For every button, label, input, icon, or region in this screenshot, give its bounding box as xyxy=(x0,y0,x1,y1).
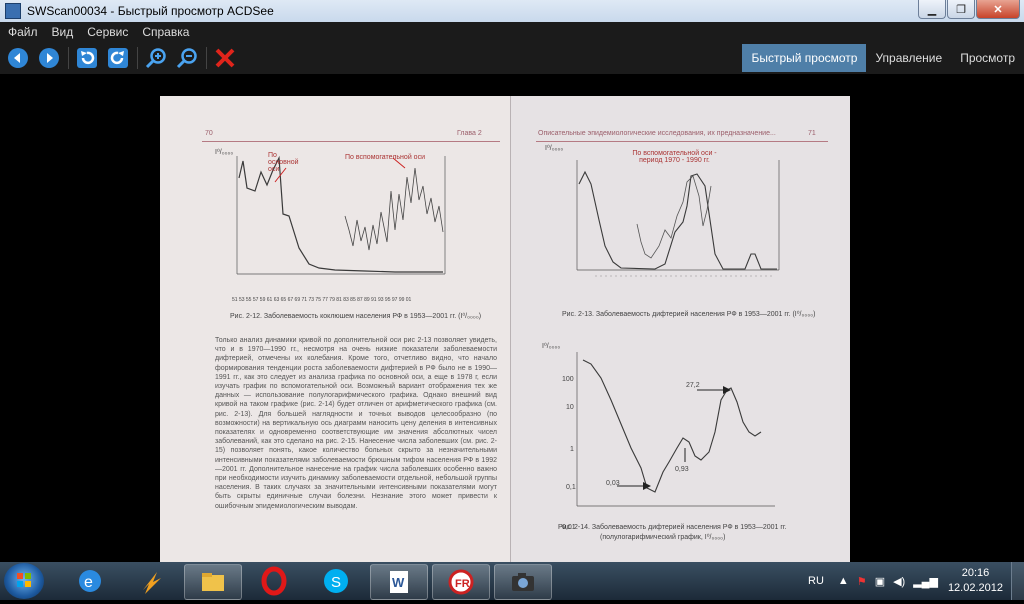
zoom-out-button[interactable] xyxy=(174,45,200,71)
svg-text:S: S xyxy=(331,574,341,591)
fig14-ytick-100: 100 xyxy=(562,376,574,383)
fig14-caption-line2: (полулогарифмический график, I⁰/₀₀₀₀) xyxy=(600,534,726,541)
rotate-right-button[interactable] xyxy=(105,45,131,71)
taskbar-explorer[interactable] xyxy=(184,564,242,600)
fig13-note: По вспомогательной оси - период 1970 - 1… xyxy=(632,150,717,164)
taskbar-ie[interactable]: e xyxy=(62,564,118,598)
left-page-number: 70 xyxy=(205,130,213,137)
right-page-number: 71 xyxy=(808,130,816,137)
camera-icon xyxy=(512,573,534,591)
left-chapter: Глава 2 xyxy=(457,130,482,137)
fig12-note-aux: По вспомогательной оси xyxy=(345,154,425,161)
taskbar-acdsee[interactable] xyxy=(494,564,552,600)
close-button[interactable]: ✕ xyxy=(976,0,1020,19)
taskbar-opera[interactable] xyxy=(246,564,302,598)
skype-icon: S xyxy=(324,569,348,593)
internet-explorer-icon: e xyxy=(79,570,101,592)
image-viewer[interactable]: 70 Глава 2 I⁰/₀₀₀₀ По основной оси По вс… xyxy=(0,74,1024,562)
clock[interactable]: 20:16 12.02.2012 xyxy=(948,566,1003,596)
arrow-left-icon xyxy=(8,48,28,68)
fig14-ytick-10: 10 xyxy=(566,404,574,411)
delete-icon xyxy=(215,48,235,68)
menu-view[interactable]: Вид xyxy=(52,25,74,39)
fig14-annotation-mid: 0,93 xyxy=(675,466,689,473)
fig14-ylabel: I⁰/₀₀₀₀ xyxy=(542,343,561,350)
finereader-icon: FR xyxy=(448,569,474,595)
right-header: Описательные эпидемиологические исследов… xyxy=(538,130,776,137)
tray-expand-icon[interactable]: ▲ xyxy=(838,575,849,587)
menu-help[interactable]: Справка xyxy=(142,25,189,39)
fig14-ytick-1: 1 xyxy=(570,446,574,453)
tab-view[interactable]: Просмотр xyxy=(951,44,1024,72)
fig12-caption: Рис. 2-12. Заболеваемость коклюшем насел… xyxy=(230,313,482,320)
minimize-button[interactable]: ▁ xyxy=(918,0,946,19)
clock-time: 20:16 xyxy=(961,567,990,579)
chart-fig-2-14 xyxy=(576,352,775,507)
taskbar-winamp[interactable] xyxy=(122,564,178,598)
arrow-right-icon xyxy=(39,48,59,68)
show-desktop-button[interactable] xyxy=(1011,562,1024,600)
menu-tools[interactable]: Сервис xyxy=(87,25,128,39)
scanned-document: 70 Глава 2 I⁰/₀₀₀₀ По основной оси По вс… xyxy=(160,96,850,562)
title-bar: SWScan00034 - Быстрый просмотр ACDSee ▁ … xyxy=(0,0,1024,22)
fig12-note-main: По основной оси xyxy=(268,152,299,173)
menu-bar: Файл Вид Сервис Справка xyxy=(0,22,1024,42)
fig12-x-ticks: 51 53 55 57 59 61 63 65 67 69 71 73 75 7… xyxy=(232,297,412,303)
fig14-caption-line1: Рис. 2-14. Заболеваемость дифтерией насе… xyxy=(558,524,787,531)
taskbar-finereader[interactable]: FR xyxy=(432,564,490,600)
taskbar-skype[interactable]: S xyxy=(308,564,364,598)
clock-date: 12.02.2012 xyxy=(947,582,1003,594)
right-page: Описательные эпидемиологические исследов… xyxy=(510,96,850,562)
svg-text:e: e xyxy=(84,574,93,591)
fig14-annotation-peak: 27,2 xyxy=(686,382,700,389)
fig13-caption: Рис. 2-13. Заболеваемость дифтерией насе… xyxy=(562,311,816,318)
rotate-right-icon xyxy=(108,48,128,68)
chart-fig-2-13 xyxy=(576,160,780,277)
zoom-in-icon xyxy=(145,48,166,69)
windows-logo-icon xyxy=(17,573,31,587)
rotate-left-button[interactable] xyxy=(74,45,100,71)
zoom-in-button[interactable] xyxy=(143,45,169,71)
svg-text:FR: FR xyxy=(455,578,470,590)
network-flag-icon[interactable]: ⚑ xyxy=(857,575,867,588)
winamp-icon xyxy=(143,572,161,594)
signal-icon[interactable]: ▂▄▆ xyxy=(913,575,938,588)
window-title: SWScan00034 - Быстрый просмотр ACDSee xyxy=(27,4,274,18)
folder-icon xyxy=(202,573,224,591)
opera-icon xyxy=(261,566,287,596)
fig12-ylabel: I⁰/₀₀₀₀ xyxy=(215,149,234,156)
rotate-left-icon xyxy=(77,48,97,68)
menu-file[interactable]: Файл xyxy=(8,25,38,39)
word-icon: W xyxy=(390,571,408,593)
device-icon[interactable]: ▣ xyxy=(875,575,885,588)
delete-button[interactable] xyxy=(212,45,238,71)
app-icon xyxy=(5,3,21,19)
system-tray: RU ▲ ⚑ ▣ ◀) ▂▄▆ 20:16 12.02.2012 xyxy=(808,562,1024,600)
taskbar-word[interactable]: W xyxy=(370,564,428,600)
taskbar: e S W FR RU ▲ ⚑ ▣ ◀) ▂▄▆ 20:16 12.02.201… xyxy=(0,562,1024,600)
tab-quick-view[interactable]: Быстрый просмотр xyxy=(742,44,867,72)
fig14-annotation-min: 0,03 xyxy=(606,480,620,487)
forward-button[interactable] xyxy=(36,45,62,71)
maximize-button[interactable]: ❐ xyxy=(947,0,975,19)
start-button[interactable] xyxy=(4,563,44,599)
svg-text:W: W xyxy=(392,575,405,590)
back-button[interactable] xyxy=(5,45,31,71)
zoom-out-icon xyxy=(176,48,197,69)
tab-manage[interactable]: Управление xyxy=(866,44,951,72)
chart-fig-2-12 xyxy=(236,155,446,275)
fig14-ytick-01: 0,1 xyxy=(566,484,576,491)
volume-icon[interactable]: ◀) xyxy=(893,575,905,588)
body-text: Только анализ динамики кривой по дополни… xyxy=(215,337,497,510)
fig13-ylabel: I⁰/₀₀₀₀ xyxy=(545,145,564,152)
mode-tabs: Быстрый просмотр Управление Просмотр xyxy=(742,44,1024,72)
language-indicator[interactable]: RU xyxy=(808,575,824,587)
